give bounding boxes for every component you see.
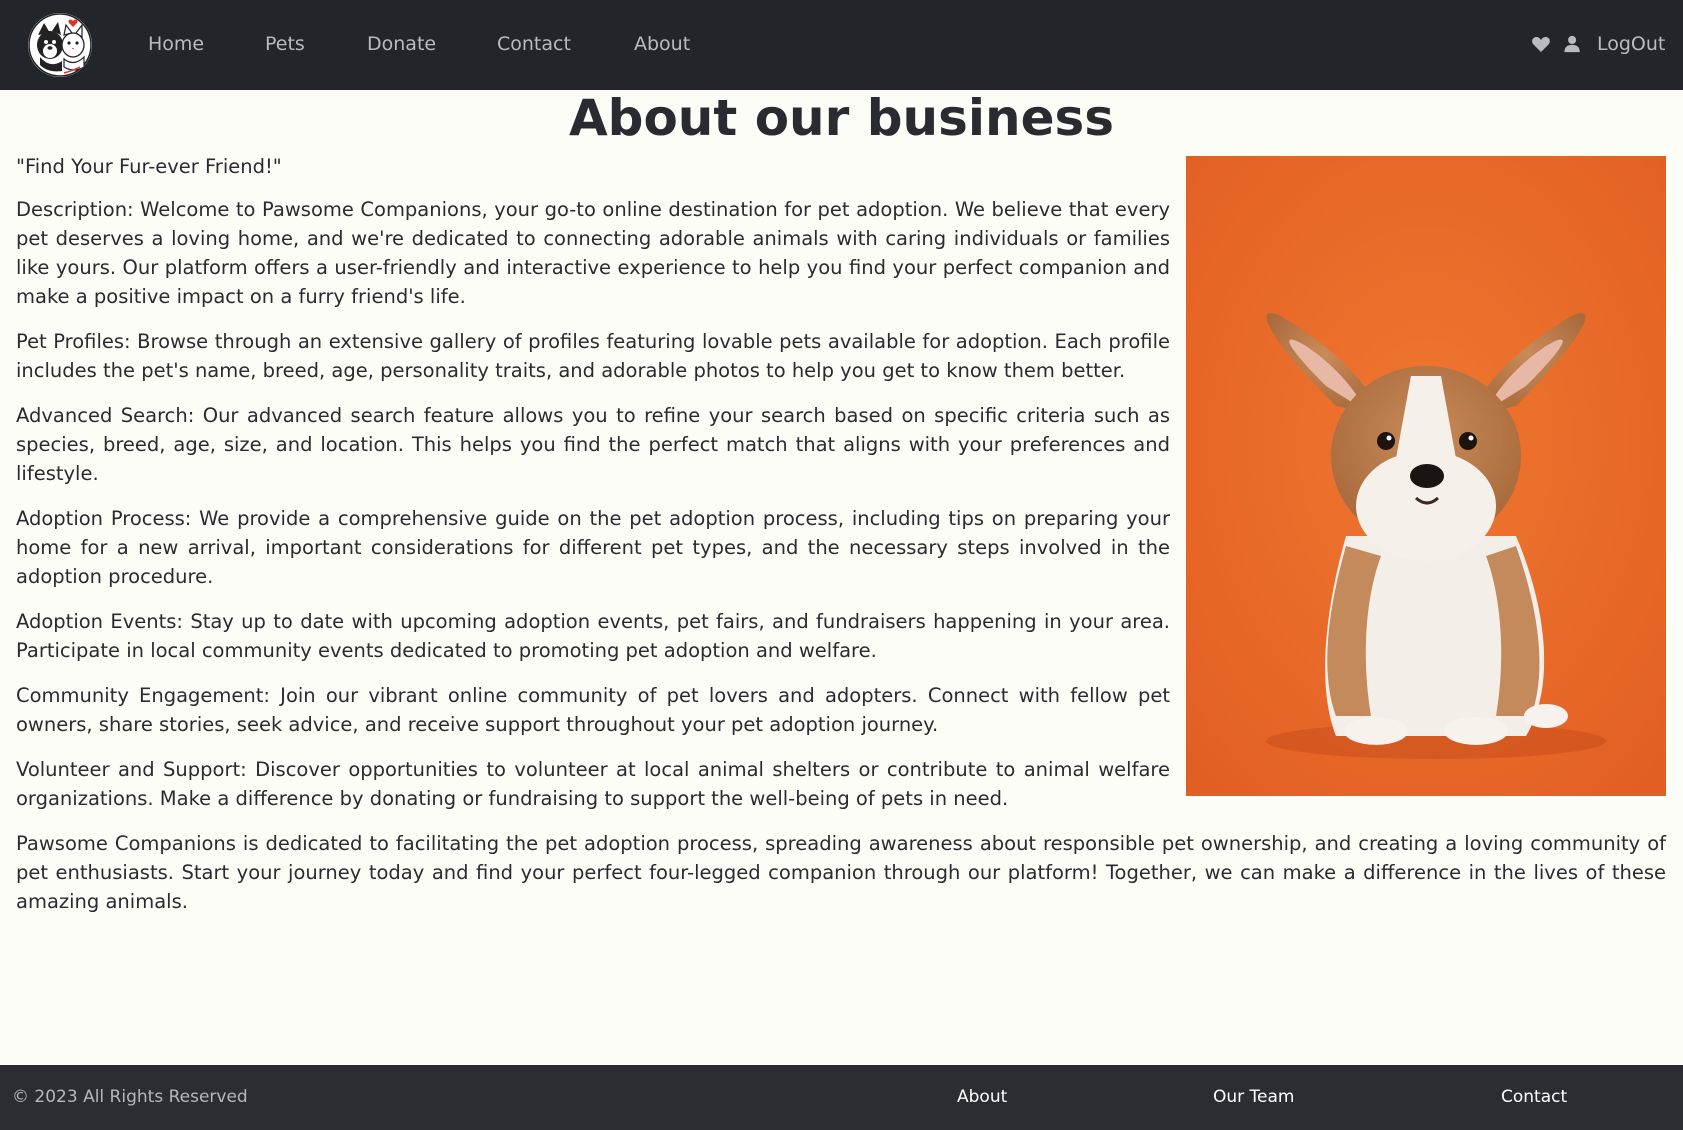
heart-icon[interactable] <box>1531 34 1551 54</box>
nav-about-link[interactable]: About <box>634 30 690 58</box>
footer: © 2023 All Rights Reserved About Our Tea… <box>0 1065 1683 1130</box>
navbar: Home Pets Donate Contact About LogOut <box>0 0 1683 90</box>
paragraph-adoption-events: Adoption Events: Stay up to date with up… <box>16 610 1170 662</box>
user-icon[interactable] <box>1564 34 1584 54</box>
paragraph-pet-profiles: Pet Profiles: Browse through an extensiv… <box>16 330 1170 382</box>
copyright-text: © 2023 All Rights Reserved <box>12 1087 248 1107</box>
about-content: "Find Your Fur-ever Friend!" Description… <box>16 152 1170 829</box>
corgi-puppy-image <box>1186 156 1666 796</box>
paragraph-volunteer-support: Volunteer and Support: Discover opportun… <box>16 758 1170 810</box>
page-title: About our business <box>568 89 1115 147</box>
footer-contact-link[interactable]: Contact <box>1501 1085 1567 1109</box>
cat-and-dog-logo-icon[interactable] <box>28 13 92 77</box>
nav-pets-link[interactable]: Pets <box>265 30 305 58</box>
paragraph-advanced-search: Advanced Search: Our advanced search fea… <box>16 404 1170 485</box>
nav-donate-link[interactable]: Donate <box>367 30 436 58</box>
paragraph-adoption-process: Adoption Process: We provide a comprehen… <box>16 507 1170 588</box>
paragraph-community-engagement: Community Engagement: Join our vibrant o… <box>16 684 1170 736</box>
footer-about-link[interactable]: About <box>957 1085 1007 1109</box>
paragraph-description: Description: Welcome to Pawsome Companio… <box>16 198 1170 308</box>
nav-home-link[interactable]: Home <box>148 30 204 58</box>
nav-contact-link[interactable]: Contact <box>497 30 571 58</box>
logout-link[interactable]: LogOut <box>1597 30 1665 58</box>
tagline: "Find Your Fur-ever Friend!" <box>16 155 282 178</box>
footer-our-team-link[interactable]: Our Team <box>1213 1085 1294 1109</box>
closing-paragraph: Pawsome Companions is dedicated to facil… <box>16 832 1666 913</box>
